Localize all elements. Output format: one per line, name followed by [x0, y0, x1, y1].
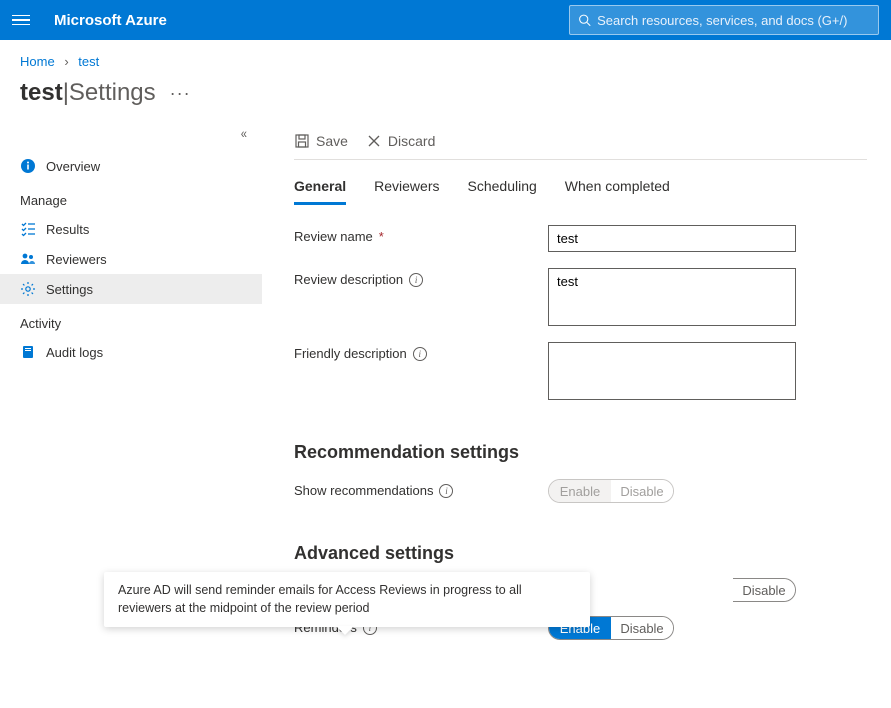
page-title-bar: test | Settings ··· [0, 73, 891, 125]
close-icon [366, 133, 382, 149]
main-content: Save Discard General Reviewers Schedulin… [262, 125, 891, 703]
required-star: * [379, 229, 384, 244]
tab-reviewers[interactable]: Reviewers [374, 178, 439, 205]
sidebar-item-reviewers[interactable]: Reviewers [0, 244, 262, 274]
row-review-description: Review description i test [294, 268, 867, 326]
info-icon[interactable]: i [413, 347, 427, 361]
sidebar-item-label: Settings [46, 282, 93, 297]
gear-icon [20, 281, 36, 297]
toggle-disable[interactable]: Disable [733, 579, 795, 601]
sidebar-item-results[interactable]: Results [0, 214, 262, 244]
sidebar-item-label: Reviewers [46, 252, 107, 267]
section-recommendation-settings: Recommendation settings [294, 442, 867, 463]
save-button[interactable]: Save [294, 133, 348, 149]
toggle-disable[interactable]: Disable [611, 617, 673, 639]
tooltip: Azure AD will send reminder emails for A… [104, 572, 590, 627]
collapse-sidebar-icon[interactable]: « [241, 125, 247, 141]
breadcrumb: Home › test [0, 40, 891, 73]
save-label: Save [316, 133, 348, 149]
brand-label: Microsoft Azure [54, 12, 167, 29]
sidebar-header-activity: Activity [0, 304, 262, 337]
tab-scheduling[interactable]: Scheduling [468, 178, 537, 205]
toggle-disable: Disable [611, 480, 673, 502]
row-review-name: Review name * [294, 225, 867, 252]
advanced-row1-toggle-disable[interactable]: Disable [733, 578, 796, 602]
sidebar-item-settings[interactable]: Settings [0, 274, 262, 304]
page-title-resource: test [20, 79, 63, 107]
top-header: Microsoft Azure [0, 0, 891, 40]
chevron-right-icon: › [64, 54, 68, 69]
review-name-label: Review name [294, 229, 373, 244]
search-icon [578, 13, 591, 27]
friendly-description-input[interactable] [548, 342, 796, 400]
sidebar-item-label: Audit logs [46, 345, 103, 360]
global-search[interactable] [569, 5, 879, 35]
section-advanced-settings: Advanced settings [294, 543, 867, 564]
sidebar-header-manage: Manage [0, 181, 262, 214]
sidebar-item-label: Overview [46, 159, 100, 174]
save-icon [294, 133, 310, 149]
page-title-page: Settings [69, 79, 156, 107]
info-icon[interactable]: i [409, 273, 423, 287]
book-icon [20, 344, 36, 360]
info-icon [20, 158, 36, 174]
tooltip-text: Azure AD will send reminder emails for A… [118, 583, 522, 615]
command-bar: Save Discard [294, 125, 867, 160]
review-description-input[interactable]: test [548, 268, 796, 326]
more-icon[interactable]: ··· [170, 83, 191, 104]
row-show-recommendations: Show recommendations i Enable Disable [294, 479, 867, 503]
discard-button[interactable]: Discard [366, 133, 435, 149]
row-friendly-description: Friendly description i [294, 342, 867, 400]
info-icon[interactable]: i [439, 484, 453, 498]
sidebar-item-overview[interactable]: Overview [0, 151, 262, 181]
search-input[interactable] [597, 13, 870, 28]
breadcrumb-current[interactable]: test [78, 54, 99, 69]
tab-general[interactable]: General [294, 178, 346, 205]
friendly-description-label: Friendly description [294, 346, 407, 361]
show-recommendations-label: Show recommendations [294, 483, 433, 498]
review-description-label: Review description [294, 272, 403, 287]
list-check-icon [20, 221, 36, 237]
menu-icon[interactable] [12, 11, 30, 29]
sidebar-item-label: Results [46, 222, 89, 237]
show-recommendations-toggle: Enable Disable [548, 479, 674, 503]
sidebar-item-audit-logs[interactable]: Audit logs [0, 337, 262, 367]
breadcrumb-home[interactable]: Home [20, 54, 55, 69]
review-name-input[interactable] [548, 225, 796, 252]
tabs: General Reviewers Scheduling When comple… [294, 178, 867, 205]
toggle-enable: Enable [549, 480, 611, 502]
people-icon [20, 251, 36, 267]
discard-label: Discard [388, 133, 435, 149]
tab-when-completed[interactable]: When completed [565, 178, 670, 205]
